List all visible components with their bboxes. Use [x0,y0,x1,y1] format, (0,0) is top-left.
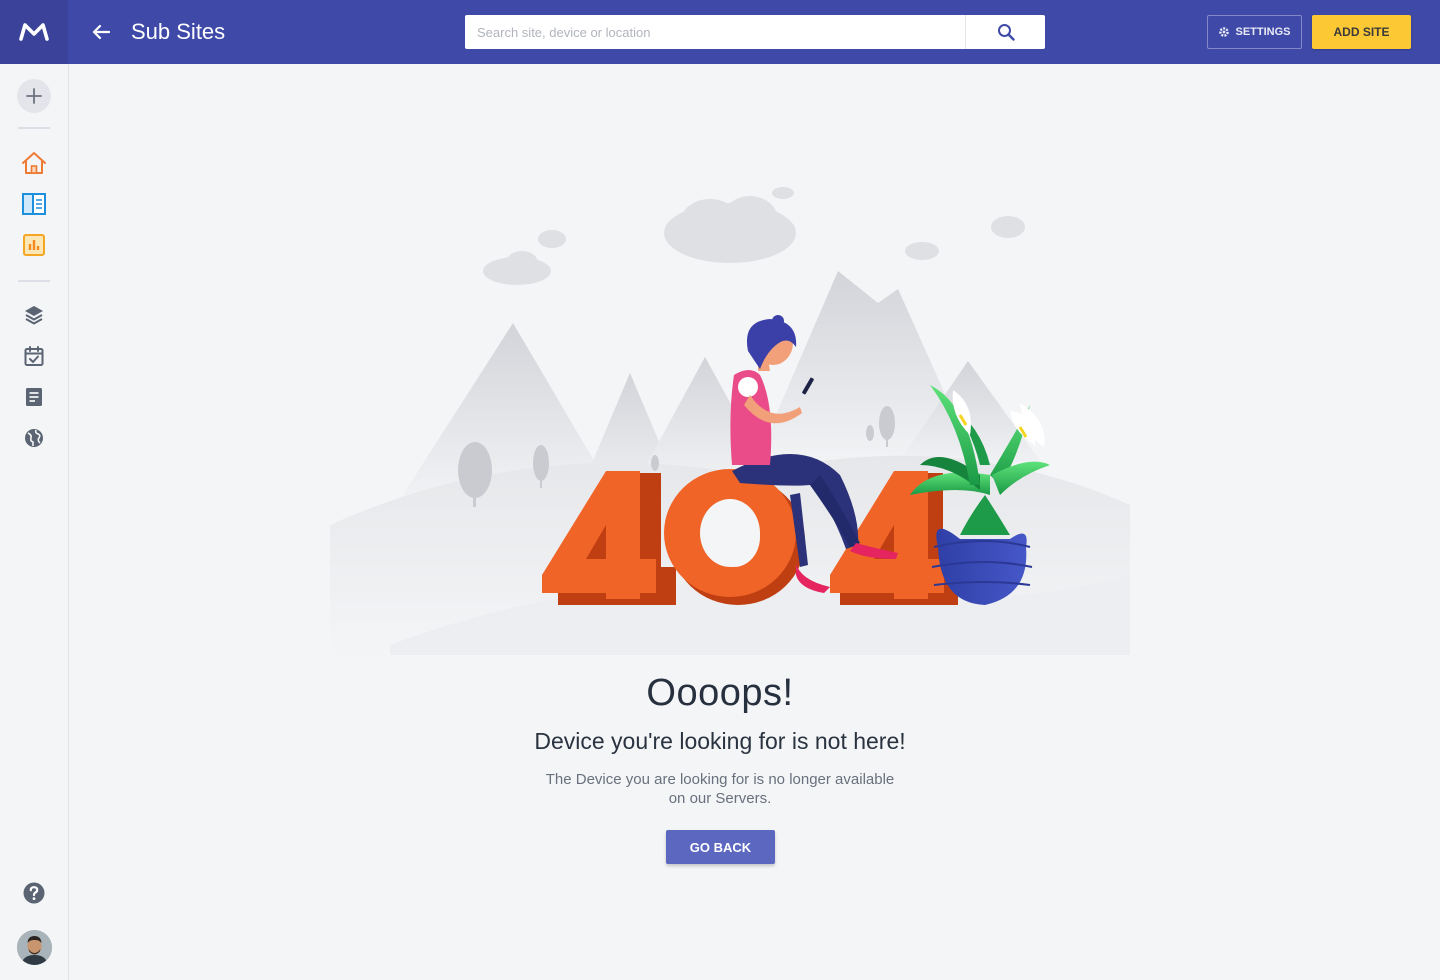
error-404-illustration [330,187,1130,655]
document-icon [26,388,42,406]
top-bar: Sub Sites SETTINGS ADD SITE [0,0,1440,64]
logo-icon [19,23,49,41]
calendar-check-icon [24,346,44,366]
add-site-button[interactable]: ADD SITE [1312,15,1411,49]
error-subheadline: Device you're looking for is not here! [534,728,906,754]
home-icon [22,152,46,174]
search-icon [997,24,1015,41]
avatar[interactable] [17,930,52,965]
sidebar-item-calendar[interactable] [20,342,48,370]
sidebar-item-documents[interactable] [20,383,48,411]
sidebar-item-help[interactable] [20,879,48,907]
search-bar [465,15,1045,49]
sidebar-divider [18,127,50,129]
sidebar [0,64,69,980]
go-back-button[interactable]: GO BACK [666,830,775,864]
app-logo[interactable] [0,0,68,64]
404-graphic [542,469,958,605]
settings-label: SETTINGS [1235,26,1291,38]
add-button[interactable] [17,79,51,113]
plus-icon [26,88,42,104]
back-button[interactable] [86,18,116,46]
sidebar-item-columns[interactable] [20,190,48,218]
help-icon [23,882,45,904]
settings-button[interactable]: SETTINGS [1207,15,1302,49]
sidebar-item-globe[interactable] [20,424,48,452]
cloud-shapes [483,187,1025,285]
search-input[interactable] [465,15,965,49]
globe-icon [25,429,43,447]
sidebar-item-reports[interactable] [20,231,48,259]
chart-icon [23,234,45,256]
gear-icon [1219,27,1230,37]
columns-icon [22,193,46,215]
sidebar-item-home[interactable] [20,149,48,177]
sidebar-item-layers[interactable] [20,301,48,329]
arrow-left-icon [92,24,110,40]
layers-icon [25,306,43,325]
sidebar-divider [18,280,50,282]
error-headline: Oooops! [646,672,794,714]
page-title: Sub Sites [131,19,226,44]
search-button[interactable] [965,15,1045,49]
error-description: The Device you are looking for is no lon… [545,771,895,807]
user-avatar-image [17,930,52,965]
